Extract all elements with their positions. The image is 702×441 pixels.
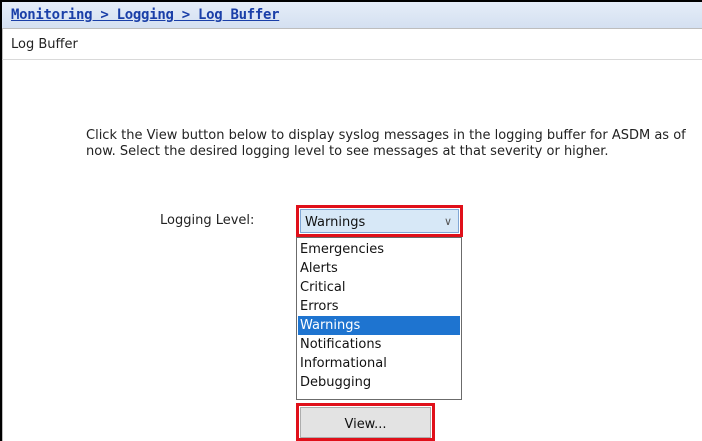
logging-level-label: Logging Level:: [160, 213, 255, 228]
description-text: Click the View button below to display s…: [86, 128, 686, 159]
logging-level-options: Emergencies Alerts Critical Errors Warni…: [296, 237, 462, 400]
breadcrumb[interactable]: Monitoring > Logging > Log Buffer: [11, 7, 280, 23]
breadcrumb-bar: Monitoring > Logging > Log Buffer: [0, 0, 702, 28]
option-notifications[interactable]: Notifications: [298, 335, 460, 354]
option-informational[interactable]: Informational: [298, 354, 460, 373]
view-button[interactable]: View...: [300, 407, 431, 438]
selected-level: Warnings: [305, 215, 366, 230]
option-errors[interactable]: Errors: [298, 297, 460, 316]
select-field[interactable]: Warnings ∨: [300, 209, 459, 233]
option-critical[interactable]: Critical: [298, 278, 460, 297]
log-buffer-window: Monitoring > Logging > Log Buffer Log Bu…: [0, 0, 702, 441]
panel-title: Log Buffer: [11, 37, 78, 52]
view-button-highlight: View...: [296, 403, 435, 441]
logging-level-select[interactable]: Warnings ∨: [296, 205, 463, 237]
chevron-down-icon[interactable]: ∨: [444, 215, 452, 228]
panel-header: Log Buffer: [2, 28, 702, 60]
view-button-label: View...: [344, 417, 387, 432]
option-emergencies[interactable]: Emergencies: [298, 240, 460, 259]
option-debugging[interactable]: Debugging: [298, 373, 460, 392]
option-warnings[interactable]: Warnings: [298, 316, 460, 335]
option-alerts[interactable]: Alerts: [298, 259, 460, 278]
